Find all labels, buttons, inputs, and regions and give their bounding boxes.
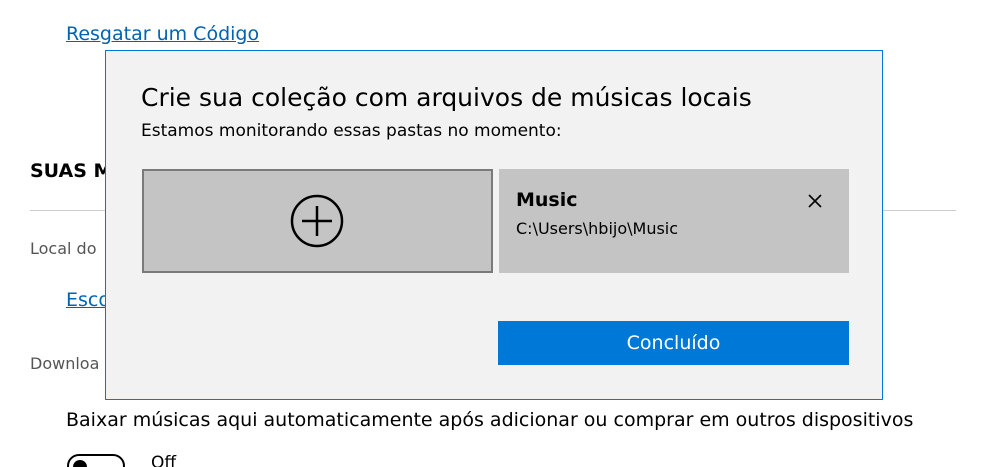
section-title: SUAS M [30, 160, 113, 182]
toggle-state-label: Off [151, 453, 177, 467]
redeem-code-link[interactable]: Resgatar um Código [66, 23, 259, 45]
location-label: Local do [30, 239, 97, 258]
add-folder-button[interactable] [142, 169, 493, 273]
plus-circle-icon [290, 194, 344, 248]
toggle-knob [73, 460, 87, 467]
remove-folder-button[interactable] [801, 187, 829, 215]
auto-download-toggle[interactable] [67, 454, 125, 467]
close-icon [808, 194, 822, 208]
choose-location-link[interactable]: Esco [66, 289, 110, 311]
dialog-subtitle: Estamos monitorando essas pastas no mome… [141, 121, 562, 141]
dialog-title: Crie sua coleção com arquivos de músicas… [141, 83, 752, 112]
local-music-dialog: Crie sua coleção com arquivos de músicas… [105, 50, 883, 400]
folder-path: C:\Users\hbijo\Music [516, 219, 679, 238]
done-button[interactable]: Concluído [498, 321, 849, 365]
folder-name: Music [516, 189, 578, 211]
downloads-label: Downloa [30, 354, 100, 373]
music-settings-page: Resgatar um Código SUAS M Local do Esco … [0, 0, 984, 467]
auto-download-text: Baixar músicas aqui automaticamente após… [66, 409, 914, 431]
folder-card-music: Music C:\Users\hbijo\Music [499, 169, 849, 273]
